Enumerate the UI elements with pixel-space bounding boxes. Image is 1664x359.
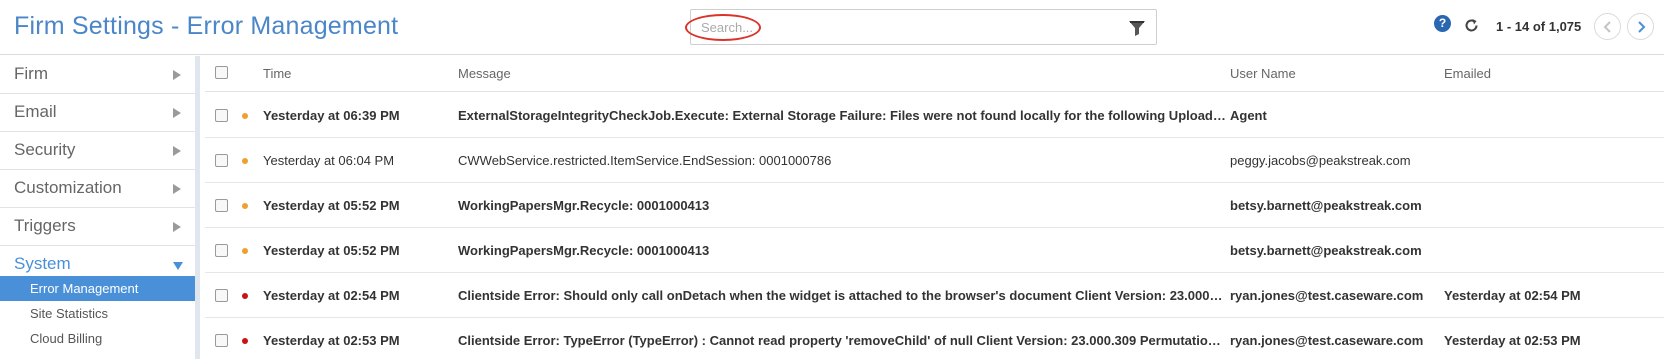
- cell-user-name: ryan.jones@test.caseware.com: [1230, 333, 1424, 348]
- sidebar-item-label: Triggers: [14, 216, 76, 235]
- pagination-range: 1 - 14 of 1,075: [1496, 19, 1582, 34]
- cell-user-name: Agent: [1230, 108, 1267, 123]
- sidebar-item-customization[interactable]: Customization: [0, 170, 195, 208]
- sidebar-item-label: Firm: [14, 64, 48, 83]
- sidebar-subitem-label: Error Management: [30, 281, 139, 296]
- chevron-right-icon: [1638, 21, 1646, 33]
- cell-emailed: Yesterday at 02:53 PM: [1444, 333, 1581, 348]
- sidebar-item-label: Security: [14, 140, 76, 159]
- error-table: Time Message User Name Emailed Yesterday…: [205, 56, 1664, 359]
- cell-time: Yesterday at 05:52 PM: [263, 198, 400, 213]
- cell-time: Yesterday at 05:52 PM: [263, 243, 400, 258]
- sidebar-item-email[interactable]: Email: [0, 94, 195, 132]
- previous-page-button[interactable]: [1594, 13, 1621, 40]
- warning-status-dot-icon: [242, 248, 248, 254]
- sidebar-item-label: Email: [14, 102, 57, 121]
- cell-emailed: Yesterday at 02:54 PM: [1444, 288, 1581, 303]
- search-box[interactable]: [685, 9, 1157, 45]
- column-header-emailed[interactable]: Emailed: [1444, 66, 1491, 81]
- sidebar-subitem-error-management[interactable]: Error Management: [0, 276, 195, 301]
- cell-message: Clientside Error: Should only call onDet…: [458, 288, 1226, 303]
- cell-user-name: ryan.jones@test.caseware.com: [1230, 288, 1424, 303]
- cell-user-name: betsy.barnett@peakstreak.com: [1230, 243, 1422, 258]
- sidebar-item-label: Customization: [14, 178, 122, 197]
- sidebar-subitem-label: Site Statistics: [30, 306, 109, 321]
- cell-message: WorkingPapersMgr.Recycle: 0001000413: [458, 198, 710, 213]
- filter-icon[interactable]: [1128, 19, 1146, 37]
- warning-status-dot-icon: [242, 113, 248, 119]
- search-input[interactable]: [701, 16, 1101, 38]
- table-row[interactable]: Yesterday at 02:53 PM Clientside Error: T…: [205, 318, 1664, 359]
- table-row[interactable]: Yesterday at 06:04 PM CWWebService.restri…: [205, 138, 1664, 183]
- column-header-message[interactable]: Message: [458, 66, 511, 81]
- warning-status-dot-icon: [242, 158, 248, 164]
- table-row[interactable]: Yesterday at 06:39 PM ExternalStorageInte…: [205, 93, 1664, 138]
- sidebar-subitem-label: Cloud Billing: [30, 331, 103, 346]
- refresh-icon[interactable]: [1463, 17, 1480, 34]
- table-row[interactable]: Yesterday at 05:52 PM WorkingPapersMgr.Re…: [205, 183, 1664, 228]
- table-row[interactable]: Yesterday at 02:54 PM Clientside Error: S…: [205, 273, 1664, 318]
- triangle-right-icon: [173, 184, 181, 194]
- column-header-user-name[interactable]: User Name: [1230, 66, 1296, 81]
- sidebar-item-label: System: [14, 254, 71, 273]
- chevron-left-icon: [1603, 21, 1611, 33]
- row-checkbox[interactable]: [215, 244, 228, 257]
- cell-user-name: peggy.jacobs@peakstreak.com: [1230, 153, 1411, 168]
- cell-message: CWWebService.restricted.ItemService.EndS…: [458, 153, 832, 168]
- row-checkbox[interactable]: [215, 109, 228, 122]
- column-header-time[interactable]: Time: [263, 66, 291, 81]
- row-checkbox[interactable]: [215, 154, 228, 167]
- cell-message: Clientside Error: TypeError (TypeError) …: [458, 333, 1226, 348]
- next-page-button[interactable]: [1627, 13, 1654, 40]
- help-icon[interactable]: ?: [1434, 15, 1451, 32]
- header-bar: Firm Settings - Error Management ? 1 - 1…: [0, 0, 1664, 55]
- cell-time: Yesterday at 02:53 PM: [263, 333, 400, 348]
- sidebar-nav: Firm Email Security Customization Trigge…: [0, 56, 200, 359]
- cell-message: WorkingPapersMgr.Recycle: 0001000413: [458, 243, 710, 258]
- cell-time: Yesterday at 06:04 PM: [263, 153, 395, 168]
- select-all-checkbox[interactable]: [215, 66, 228, 79]
- cell-message: ExternalStorageIntegrityCheckJob.Execute…: [458, 108, 1226, 123]
- sidebar-subitem-cloud-billing[interactable]: Cloud Billing: [0, 326, 195, 351]
- sidebar-item-system[interactable]: System: [0, 246, 195, 276]
- cell-user-name: betsy.barnett@peakstreak.com: [1230, 198, 1422, 213]
- page-title: Firm Settings - Error Management: [14, 12, 399, 40]
- triangle-down-icon: [173, 262, 183, 270]
- row-checkbox[interactable]: [215, 289, 228, 302]
- triangle-right-icon: [173, 70, 181, 80]
- sidebar-item-triggers[interactable]: Triggers: [0, 208, 195, 246]
- triangle-right-icon: [173, 108, 181, 118]
- row-checkbox[interactable]: [215, 199, 228, 212]
- sidebar-item-security[interactable]: Security: [0, 132, 195, 170]
- sidebar-item-firm[interactable]: Firm: [0, 56, 195, 94]
- error-status-dot-icon: [242, 338, 248, 344]
- warning-status-dot-icon: [242, 203, 248, 209]
- cell-time: Yesterday at 06:39 PM: [263, 108, 400, 123]
- error-status-dot-icon: [242, 293, 248, 299]
- table-header: Time Message User Name Emailed: [205, 56, 1664, 92]
- cell-time: Yesterday at 02:54 PM: [263, 288, 400, 303]
- triangle-right-icon: [173, 222, 181, 232]
- triangle-right-icon: [173, 146, 181, 156]
- row-checkbox[interactable]: [215, 334, 228, 347]
- sidebar-subitem-site-statistics[interactable]: Site Statistics: [0, 301, 195, 326]
- table-row[interactable]: Yesterday at 05:52 PM WorkingPapersMgr.Re…: [205, 228, 1664, 273]
